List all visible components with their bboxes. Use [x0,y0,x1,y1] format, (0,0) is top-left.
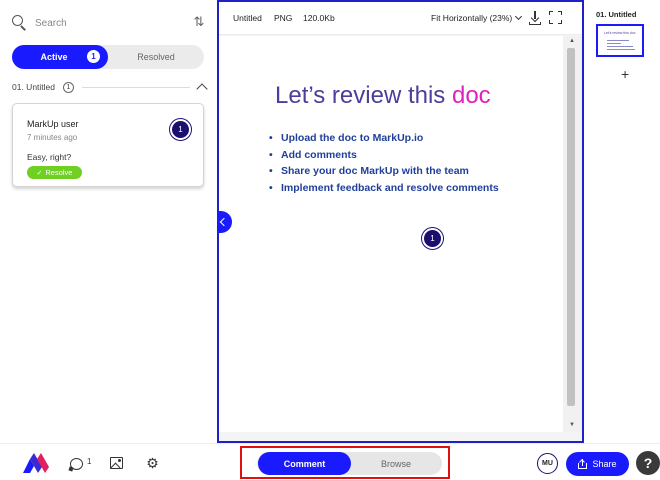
doc-bullet: Add comments [269,147,499,164]
file-name[interactable]: Untitled [233,13,262,23]
download-icon[interactable] [529,11,541,25]
comments-count: 1 [87,457,92,466]
check-icon: ✓ [36,169,43,177]
page-section-header[interactable]: 01. Untitled 1 [12,80,208,95]
file-type: PNG [274,13,293,23]
share-icon [578,458,588,469]
page-thumbnail[interactable]: Let’s review this doc [596,24,644,57]
comment-filter-toggle: Active 1 Resolved [12,45,204,69]
add-page-button[interactable]: + [621,66,629,82]
pages-panel: 01. Untitled Let’s review this doc + [586,0,660,442]
zoom-value: Fit Horizontally (23%) [431,13,513,23]
comment-mode-button[interactable]: Comment [258,452,351,475]
comments-sidebar: ⇅ Active 1 Resolved 01. Untitled 1 MarkU… [0,0,216,442]
vertical-scrollbar[interactable]: ▲ ▼ [563,36,582,432]
thumb-line [607,49,635,50]
filter-active-label: Active [40,52,68,62]
chevron-down-icon [515,12,523,21]
thumb-line [607,40,629,41]
doc-bullet: Implement feedback and resolve comments [269,180,499,197]
viewer-toolbar: Untitled PNG 120.0Kb Fit Horizontally (2… [219,2,582,35]
image-icon[interactable] [110,457,123,469]
chevron-up-icon[interactable] [196,83,208,95]
browse-mode-button[interactable]: Browse [350,452,442,475]
doc-bullet: Share your doc MarkUp with the team [269,163,499,180]
doc-comment-pin[interactable]: 1 [422,228,443,249]
comment-author: MarkUp user [27,119,79,129]
comment-timestamp: 7 minutes ago [27,133,78,142]
doc-title: Let’s review this doc [275,82,491,110]
markup-app: ⇅ Active 1 Resolved 01. Untitled 1 MarkU… [0,0,660,480]
comment-card[interactable]: MarkUp user 7 minutes ago Easy, right? 1… [12,103,204,187]
search-row: ⇅ [12,12,208,34]
share-button[interactable]: Share [566,452,629,476]
sort-icon[interactable]: ⇅ [192,14,206,30]
filter-active-button[interactable]: Active 1 [12,45,108,69]
bottom-bar: 1 ⚙ Comment Browse MU Share ? [0,443,660,480]
zoom-select[interactable]: Fit Horizontally (23%) [431,12,523,23]
resolve-label: Resolve [45,168,73,177]
search-input[interactable] [35,17,175,29]
document-viewer: Untitled PNG 120.0Kb Fit Horizontally (2… [217,0,584,443]
divider [82,86,190,88]
scroll-thumb[interactable] [567,48,575,406]
doc-title-main: Let’s review this [275,82,446,109]
chevron-left-icon [219,217,229,227]
scroll-down-icon[interactable]: ▼ [569,422,575,428]
thumb-title-text: Let’s review this doc [604,31,636,35]
section-count-badge: 1 [63,81,74,93]
active-count-badge: 1 [87,50,100,63]
file-size: 120.0Kb [303,13,335,23]
doc-title-accent: doc [451,82,491,109]
fullscreen-icon[interactable] [549,11,562,24]
doc-bullet-list: Upload the doc to MarkUp.io Add comments… [269,130,499,196]
mode-toggle: Comment Browse [257,452,442,475]
comment-pin-badge[interactable]: 1 [170,119,191,140]
search-icon[interactable] [12,15,28,31]
thumb-line [607,43,621,44]
page-thumb-label: 01. Untitled [596,10,637,19]
doc-bullet: Upload the doc to MarkUp.io [269,130,499,147]
share-label: Share [592,459,617,469]
comment-text: Easy, right? [27,152,72,162]
thumb-line [607,46,633,47]
logo[interactable] [23,453,49,473]
scroll-up-icon[interactable]: ▲ [569,38,575,44]
resolve-button[interactable]: ✓ Resolve [27,166,82,179]
gear-icon[interactable]: ⚙ [146,456,159,470]
help-icon[interactable]: ? [636,451,660,475]
filter-resolved-button[interactable]: Resolved [108,45,204,69]
comments-icon[interactable] [70,458,83,470]
section-title: 01. Untitled [12,82,55,92]
document-canvas[interactable]: Let’s review this doc Upload the doc to … [219,36,563,432]
avatar[interactable]: MU [537,453,558,474]
